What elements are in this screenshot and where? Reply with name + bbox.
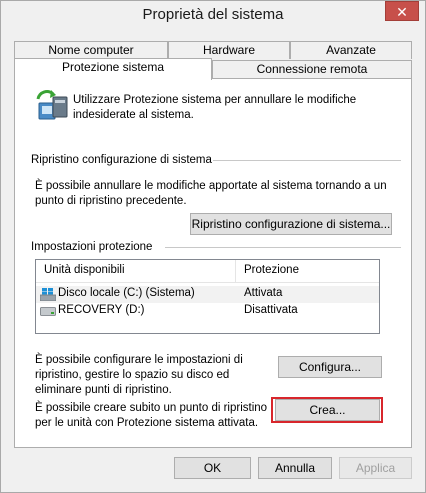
system-restore-button[interactable]: Ripristino configurazione di sistema... — [190, 213, 392, 235]
restore-section-divider — [213, 160, 401, 161]
ok-button[interactable]: OK — [174, 457, 251, 479]
title-bar: Proprietà del sistema ✕ — [1, 1, 425, 32]
drive-status: Disattivata — [244, 304, 298, 316]
protection-panel: Utilizzare Protezione sistema per annull… — [14, 78, 412, 448]
column-header-protection[interactable]: Protezione — [244, 264, 299, 276]
tab-connessione-remota[interactable]: Connessione remota — [212, 60, 412, 78]
drive-name: Disco locale (C:) (Sistema) — [58, 287, 195, 299]
create-description: È possibile creare subito un punto di ri… — [35, 402, 268, 429]
column-header-drives[interactable]: Unità disponibili — [44, 264, 125, 276]
drive-row[interactable]: RECOVERY (D:) Disattivata — [36, 303, 379, 320]
configure-description: È possibile configurare le impostazioni … — [35, 354, 243, 396]
windows-drive-icon — [39, 288, 57, 302]
cancel-button[interactable]: Annulla — [258, 457, 332, 479]
column-separator[interactable] — [235, 260, 236, 283]
restore-section-title: Ripristino configurazione di sistema — [31, 154, 212, 166]
drives-list[interactable]: Unità disponibili Protezione Disco local… — [35, 259, 380, 334]
highlight-box — [271, 397, 383, 423]
apply-button[interactable]: Applica — [339, 457, 412, 479]
tab-avanzate[interactable]: Avanzate — [290, 41, 412, 59]
tab-protezione-sistema[interactable]: Protezione sistema — [14, 58, 212, 80]
configure-button[interactable]: Configura... — [278, 356, 382, 378]
intro-text: Utilizzare Protezione sistema per annull… — [73, 94, 357, 121]
drive-icon — [40, 307, 56, 319]
drive-name: RECOVERY (D:) — [58, 304, 145, 316]
drive-status: Attivata — [244, 287, 283, 299]
tab-nome-computer[interactable]: Nome computer — [14, 41, 168, 59]
close-button[interactable]: ✕ — [385, 1, 419, 21]
protection-section-title: Impostazioni protezione — [31, 241, 153, 253]
restore-description: È possibile annullare le modifiche appor… — [35, 180, 387, 207]
drives-list-header: Unità disponibili Protezione — [36, 260, 379, 283]
protection-section-divider — [165, 247, 401, 248]
system-properties-window: Proprietà del sistema ✕ Nome computer Ha… — [0, 0, 426, 493]
window-title: Proprietà del sistema — [142, 6, 284, 23]
drive-row[interactable]: Disco locale (C:) (Sistema) Attivata — [36, 286, 379, 303]
dialog-footer: OK Annulla Applica — [1, 451, 425, 492]
tab-hardware[interactable]: Hardware — [168, 41, 290, 59]
system-protection-icon — [35, 89, 71, 125]
